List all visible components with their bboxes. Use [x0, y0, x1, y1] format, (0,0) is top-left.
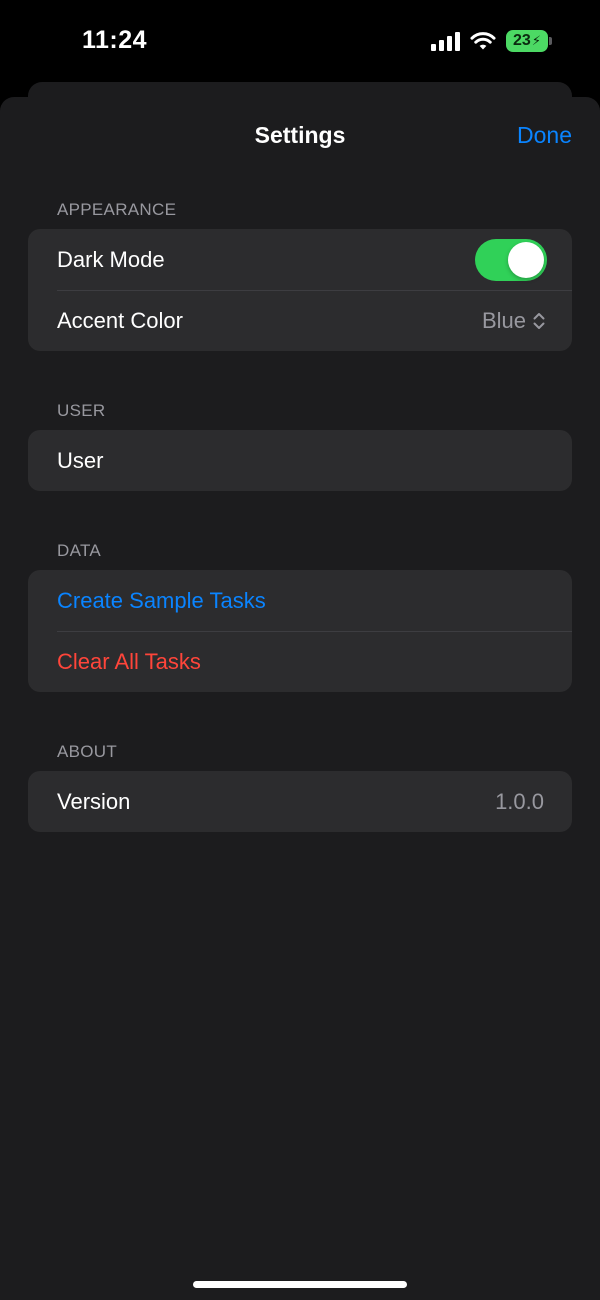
version-value: 1.0.0	[495, 788, 544, 814]
status-time: 11:24	[82, 26, 148, 54]
accent-color-label: Accent Color	[57, 307, 183, 333]
screen: 11:24 23 ⚡︎ Settings Done APPEARANCE Dark…	[0, 0, 600, 1300]
section-header-data: DATA	[57, 541, 102, 560]
dark-mode-label: Dark Mode	[57, 246, 165, 272]
section-header-about: ABOUT	[57, 742, 118, 761]
status-bar: 11:24 23 ⚡︎	[0, 0, 600, 84]
settings-sheet: Settings Done APPEARANCE Dark Mode Accen…	[0, 97, 600, 1300]
battery-level: 23	[513, 32, 531, 49]
toggle-knob	[508, 241, 544, 278]
page-title: Settings	[254, 122, 346, 148]
chevron-updown-icon	[532, 311, 546, 331]
cellular-signal-icon	[431, 31, 460, 51]
row-version: Version 1.0.0	[28, 771, 572, 832]
bolt-icon: ⚡︎	[531, 33, 541, 48]
done-button[interactable]: Done	[517, 122, 572, 149]
clear-all-tasks-label: Clear All Tasks	[57, 648, 201, 674]
create-sample-tasks-button[interactable]: Create Sample Tasks	[28, 570, 572, 631]
status-icons: 23 ⚡︎	[431, 28, 552, 54]
accent-color-picker[interactable]: Blue	[481, 307, 546, 334]
group-user: User	[28, 430, 572, 491]
row-dark-mode: Dark Mode	[28, 229, 572, 290]
row-accent-color: Accent Color Blue	[28, 290, 572, 351]
accent-color-value: Blue	[481, 307, 526, 333]
group-appearance: Dark Mode Accent Color Blue	[28, 229, 572, 351]
section-header-appearance: APPEARANCE	[57, 200, 177, 219]
wifi-icon	[470, 32, 496, 50]
version-label: Version	[57, 788, 131, 814]
user-label: User	[57, 447, 104, 473]
group-about: Version 1.0.0	[28, 771, 572, 832]
home-indicator[interactable]	[193, 1281, 407, 1288]
dark-mode-toggle[interactable]	[475, 238, 547, 281]
group-data: Create Sample Tasks Clear All Tasks	[28, 570, 572, 692]
battery-charging-icon: 23 ⚡︎	[506, 30, 552, 52]
create-sample-tasks-label: Create Sample Tasks	[57, 587, 266, 613]
clear-all-tasks-button[interactable]: Clear All Tasks	[28, 631, 572, 692]
section-header-user: USER	[57, 401, 106, 420]
row-user[interactable]: User	[28, 430, 572, 491]
